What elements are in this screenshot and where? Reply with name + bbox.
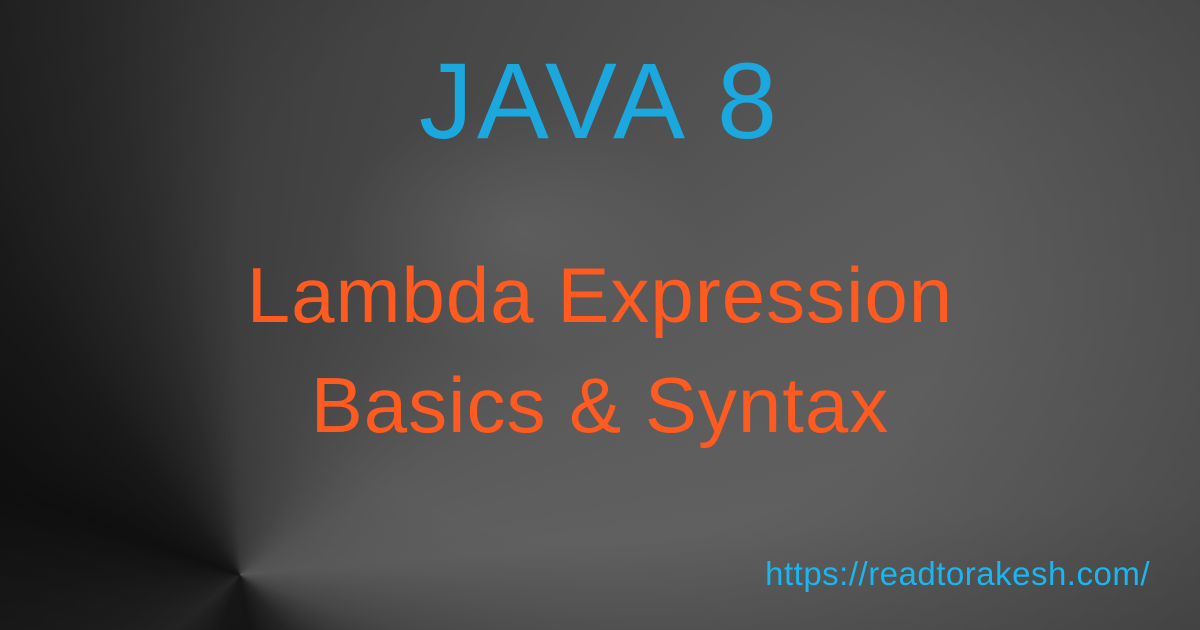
subtitle-line-2: Basics & Syntax <box>310 361 890 449</box>
banner-title: JAVA 8 <box>418 40 782 161</box>
banner-subtitle: Lambda Expression Basics & Syntax <box>0 240 1200 460</box>
subtitle-line-1: Lambda Expression <box>246 251 954 339</box>
banner-image: JAVA 8 Lambda Expression Basics & Syntax… <box>0 0 1200 630</box>
site-url-link[interactable]: https://readtorakesh.com/ <box>765 552 1150 596</box>
